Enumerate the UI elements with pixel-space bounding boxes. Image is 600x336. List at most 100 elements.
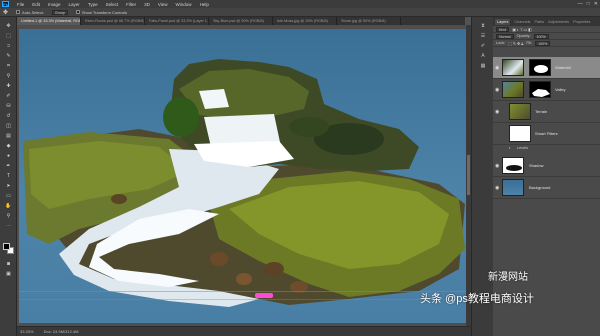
show-transform-option[interactable]: Show Transform Controls [75, 10, 127, 15]
doc-tab[interactable]: Stone.jpg @ 50% (RGB/8) [337, 17, 401, 25]
document-tabs: Untitled-1 @ 33.3% (Waterfall, RGB/8) Ri… [17, 17, 465, 25]
zoom-level[interactable]: 33.33% [20, 329, 34, 334]
layer-name[interactable]: Background [529, 185, 550, 190]
mask-shape-icon [534, 65, 548, 73]
layer-name[interactable]: Terrain [535, 109, 547, 114]
visibility-eye-icon[interactable]: ◉ [495, 65, 499, 71]
hand-tool-icon[interactable]: ✋ [4, 203, 13, 209]
visibility-eye-icon[interactable]: ◉ [495, 163, 499, 169]
menu-view[interactable]: View [158, 2, 168, 7]
layer-row[interactable]: ◐ Levels [493, 145, 600, 153]
layer-row[interactable]: ◉ Waterfall [493, 57, 600, 79]
swatches-panel-icon[interactable]: ▦ [479, 63, 487, 69]
type-tool-icon[interactable]: T [4, 173, 13, 179]
doc-tab[interactable]: Untitled-1 @ 33.3% (Waterfall, RGB/8) [17, 17, 81, 25]
layer-row[interactable]: ◉ Shadow [493, 155, 600, 177]
menu-select[interactable]: Select [106, 2, 119, 7]
menu-3d[interactable]: 3D [144, 2, 150, 7]
smart-filter-mask[interactable] [509, 125, 531, 142]
fill-input[interactable]: 100% [535, 40, 551, 46]
menu-layer[interactable]: Layer [69, 2, 80, 7]
pen-tool-icon[interactable]: ✒ [4, 163, 13, 169]
tab-paths[interactable]: Paths [534, 20, 544, 24]
menu-image[interactable]: Image [48, 2, 61, 7]
move-tool-icon[interactable]: ✥ [3, 9, 8, 16]
layer-name[interactable]: Shadow [529, 163, 543, 168]
layer-row[interactable]: ◉ Terrain [493, 101, 600, 123]
brush-panel-icon[interactable]: ✐ [479, 43, 487, 49]
doc-tab[interactable]: Falls-Panel.psd @ 33.3% (Layer 1, RGB/8) [145, 17, 209, 25]
menu-help[interactable]: Help [200, 2, 209, 7]
brush-tool-icon[interactable]: ✐ [4, 93, 13, 99]
menu-window[interactable]: Window [176, 2, 192, 7]
filter-icons[interactable]: ▣ ◐ T ▭ ◧ [512, 27, 531, 32]
move-tool-icon[interactable]: ✥ [4, 23, 13, 29]
visibility-eye-icon[interactable]: ◉ [495, 87, 499, 93]
auto-select-dropdown[interactable]: Group [51, 9, 68, 15]
quick-mask-icon[interactable]: ◙ [4, 261, 13, 267]
zoom-tool-icon[interactable]: ⚲ [4, 213, 13, 219]
layer-row[interactable]: Smart Filters [493, 123, 600, 145]
auto-select-target[interactable]: Group [51, 9, 68, 15]
layer-row[interactable]: ◉ Background [493, 177, 600, 199]
doc-tab[interactable]: Isle-Moss.jpg @ 25% (RGB/8) [273, 17, 337, 25]
minimize-button[interactable]: — [578, 1, 583, 7]
layer-thumbnail [502, 157, 524, 174]
menu-filter[interactable]: Filter [126, 2, 136, 7]
more-tools-icon[interactable]: ⋯ [4, 223, 13, 229]
character-panel-icon[interactable]: A [479, 53, 487, 59]
quick-select-tool-icon[interactable]: ✎ [4, 53, 13, 59]
document-canvas[interactable] [19, 29, 466, 323]
auto-select-checkbox[interactable] [16, 10, 21, 14]
tab-properties[interactable]: Properties [573, 20, 590, 24]
screen-mode-icon[interactable]: ▣ [4, 271, 13, 277]
visibility-eye-icon[interactable]: ◉ [495, 185, 499, 191]
path-select-tool-icon[interactable]: ➤ [4, 183, 13, 189]
opacity-input[interactable]: 100% [533, 33, 549, 39]
crop-tool-icon[interactable]: ⌗ [4, 63, 13, 69]
doc-tab[interactable]: Sky-Blue.psd @ 50% (RGB/8) [209, 17, 273, 25]
menu-type[interactable]: Type [88, 2, 98, 7]
layer-mask-thumbnail[interactable] [529, 59, 551, 76]
show-transform-checkbox[interactable] [75, 10, 80, 14]
properties-panel-icon[interactable]: ☰ [479, 33, 487, 39]
tools-panel: ✥ ⬚ ↄ ✎ ⌗ ⚲ ✚ ✐ ⛁ ↺ ◫ ▤ ◆ ● ✒ T ➤ ▭ ✋ ⚲ … [0, 17, 17, 336]
gradient-tool-icon[interactable]: ▤ [4, 133, 13, 139]
maximize-button[interactable]: □ [587, 1, 590, 7]
history-panel-icon[interactable]: ⧗ [479, 23, 487, 29]
layer-name[interactable]: Valley [555, 87, 566, 92]
lock-icons[interactable]: ⬚ ✎ ✥ 🔒︎ [508, 41, 523, 46]
healing-tool-icon[interactable]: ✚ [4, 83, 13, 89]
color-swatches[interactable] [3, 243, 14, 254]
menu-edit[interactable]: Edit [32, 2, 40, 7]
layer-row[interactable]: ◉ Valley [493, 79, 600, 101]
marquee-tool-icon[interactable]: ⬚ [4, 33, 13, 39]
visibility-eye-icon[interactable]: ◉ [495, 109, 499, 115]
close-button[interactable]: ✕ [594, 1, 598, 7]
blur-tool-icon[interactable]: ◆ [4, 143, 13, 149]
doc-tab[interactable]: River-Rocks.psd @ 66.7% (RGB/8) [81, 17, 145, 25]
clone-stamp-tool-icon[interactable]: ⛁ [4, 103, 13, 109]
options-bar: ✥ Auto-Select: Group Show Transform Cont… [0, 8, 600, 17]
scrollbar-thumb[interactable] [467, 155, 470, 195]
history-brush-tool-icon[interactable]: ↺ [4, 113, 13, 119]
layer-name[interactable]: Levels [517, 146, 528, 150]
lasso-tool-icon[interactable]: ↄ [4, 43, 13, 49]
eyedropper-tool-icon[interactable]: ⚲ [4, 73, 13, 79]
kind-filter-dropdown[interactable]: Kind [496, 26, 510, 32]
watermark-caption: 头条 @ps教程电商设计 [420, 293, 534, 305]
tab-layers[interactable]: Layers [495, 18, 511, 25]
foreground-color-swatch[interactable] [3, 243, 10, 250]
layer-mask-thumbnail[interactable] [529, 81, 551, 98]
menu-file[interactable]: File [17, 2, 24, 7]
eraser-tool-icon[interactable]: ◫ [4, 123, 13, 129]
dodge-tool-icon[interactable]: ● [4, 153, 13, 159]
auto-select-option[interactable]: Auto-Select: [16, 10, 44, 15]
layer-name[interactable]: Smart Filters [535, 131, 558, 136]
tab-adjustments[interactable]: Adjustments [548, 20, 569, 24]
shape-tool-icon[interactable]: ▭ [4, 193, 13, 199]
blend-mode-dropdown[interactable]: Normal [496, 33, 514, 39]
tab-channels[interactable]: Channels [514, 20, 530, 24]
layer-name[interactable]: Waterfall [555, 65, 571, 70]
canvas-area[interactable] [17, 25, 466, 326]
